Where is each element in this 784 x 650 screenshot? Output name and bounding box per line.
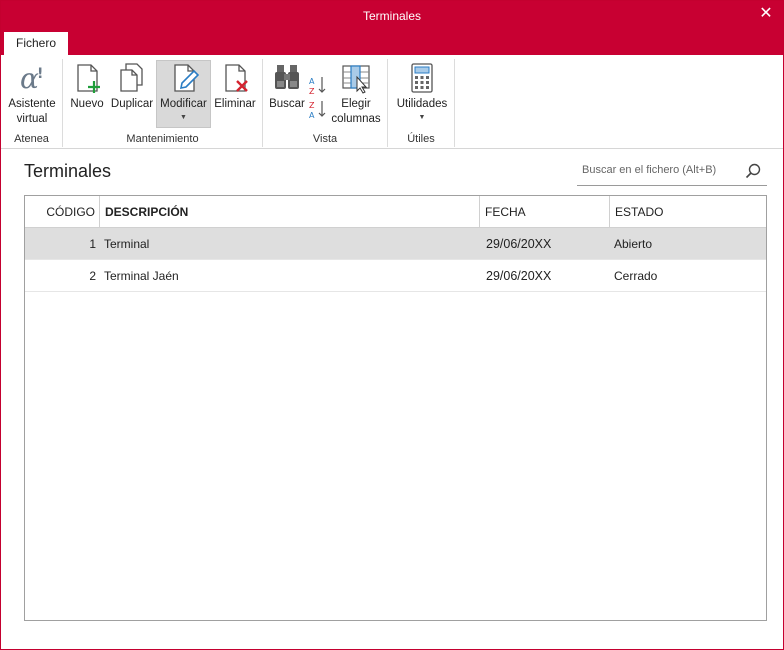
window-title: Terminales	[362, 9, 422, 23]
choose-columns-icon	[342, 65, 370, 94]
cell-estado: Cerrado	[614, 269, 658, 283]
window: Terminales ✕ Fichero α ! Asistente virtu…	[0, 0, 784, 650]
cell-descripcion: Terminal	[104, 237, 150, 251]
duplicate-icon	[120, 63, 143, 92]
eliminar-label: Eliminar	[214, 98, 256, 110]
group-atenea: α ! Asistente virtual Atenea	[1, 59, 63, 147]
cell-codigo: 1	[89, 237, 96, 251]
column-header-fecha[interactable]: FECHA	[480, 196, 610, 228]
elegir-columnas-button[interactable]: Elegir columnas	[329, 61, 383, 127]
ribbon: α ! Asistente virtual Atenea Nuevo Dupli…	[1, 55, 783, 149]
group-label-vista: Vista	[312, 133, 338, 145]
svg-text:Z: Z	[309, 101, 315, 110]
delete-document-icon	[225, 64, 248, 92]
group-utiles: Utilidades ▼ Útiles	[388, 59, 455, 147]
group-vista: Buscar A Z Z A Elegir columnas Vista	[263, 59, 388, 147]
modificar-button[interactable]: Modificar ▼	[156, 60, 211, 128]
duplicar-label: Duplicar	[110, 98, 154, 110]
new-document-icon	[77, 64, 100, 93]
svg-text:A: A	[309, 77, 315, 86]
utilidades-label: Utilidades	[396, 98, 448, 110]
utilidades-dropdown-caret: ▼	[418, 114, 426, 121]
nuevo-label: Nuevo	[70, 98, 104, 110]
group-label-mantenimiento: Mantenimiento	[126, 133, 199, 145]
column-header-estado[interactable]: ESTADO	[610, 196, 766, 228]
column-header-descripcion[interactable]: DESCRIPCIÓN	[100, 196, 480, 228]
elegir-label-line1: Elegir	[341, 98, 371, 110]
group-label-utiles: Útiles	[407, 133, 435, 145]
title-bar: Terminales ✕	[1, 1, 783, 32]
elegir-label-line2: columnas	[331, 113, 381, 125]
modificar-dropdown-caret: ▼	[180, 114, 187, 121]
buscar-label: Buscar	[269, 98, 305, 110]
utilidades-button[interactable]: Utilidades ▼	[392, 61, 452, 122]
table-row[interactable]: 2 Terminal Jaén 29/06/20XX Cerrado	[25, 260, 766, 292]
search-box	[577, 159, 767, 186]
sort-za-icon[interactable]: Z A	[309, 99, 327, 119]
ribbon-tab-strip: Fichero	[1, 32, 783, 55]
grid-header: CÓDIGO DESCRIPCIÓN FECHA ESTADO	[25, 196, 766, 228]
svg-text:Z: Z	[309, 87, 315, 95]
duplicar-button[interactable]: Duplicar	[109, 61, 155, 112]
buscar-button[interactable]: Buscar	[267, 61, 307, 112]
svg-text:A: A	[309, 111, 315, 119]
table-row[interactable]: 1 Terminal 29/06/20XX Abierto	[25, 228, 766, 260]
cell-fecha: 29/06/20XX	[486, 237, 552, 251]
column-header-codigo[interactable]: CÓDIGO	[25, 196, 100, 228]
alpha-assistant-icon: α !	[20, 62, 43, 95]
svg-text:!: !	[37, 66, 43, 82]
eliminar-button[interactable]: Eliminar	[213, 61, 257, 112]
data-grid: CÓDIGO DESCRIPCIÓN FECHA ESTADO 1 Termin…	[24, 195, 767, 621]
cell-estado: Abierto	[614, 237, 653, 251]
binoculars-icon	[275, 65, 299, 89]
cell-descripcion: Terminal Jaén	[104, 269, 179, 283]
tab-fichero[interactable]: Fichero	[4, 32, 68, 55]
search-input[interactable]	[582, 164, 732, 176]
cell-codigo: 2	[89, 269, 96, 283]
sort-az-icon[interactable]: A Z	[309, 75, 327, 95]
asistente-label-line1: Asistente	[8, 98, 56, 110]
cell-fecha: 29/06/20XX	[486, 269, 552, 283]
group-mantenimiento: Nuevo Duplicar Modificar ▼ Eliminar Mant…	[63, 59, 263, 147]
nuevo-button[interactable]: Nuevo	[67, 61, 107, 112]
group-label-atenea: Atenea	[14, 133, 49, 145]
sort-buttons: A Z Z A	[309, 75, 327, 119]
asistente-label-line2: virtual	[16, 113, 48, 125]
modificar-label: Modificar	[160, 98, 207, 110]
calculator-icon	[411, 63, 433, 93]
edit-document-icon	[173, 64, 199, 92]
page-title: Terminales	[24, 161, 112, 181]
asistente-virtual-button[interactable]: α ! Asistente virtual	[5, 61, 59, 127]
search-icon[interactable]	[745, 163, 761, 179]
close-icon[interactable]: ✕	[757, 4, 775, 24]
